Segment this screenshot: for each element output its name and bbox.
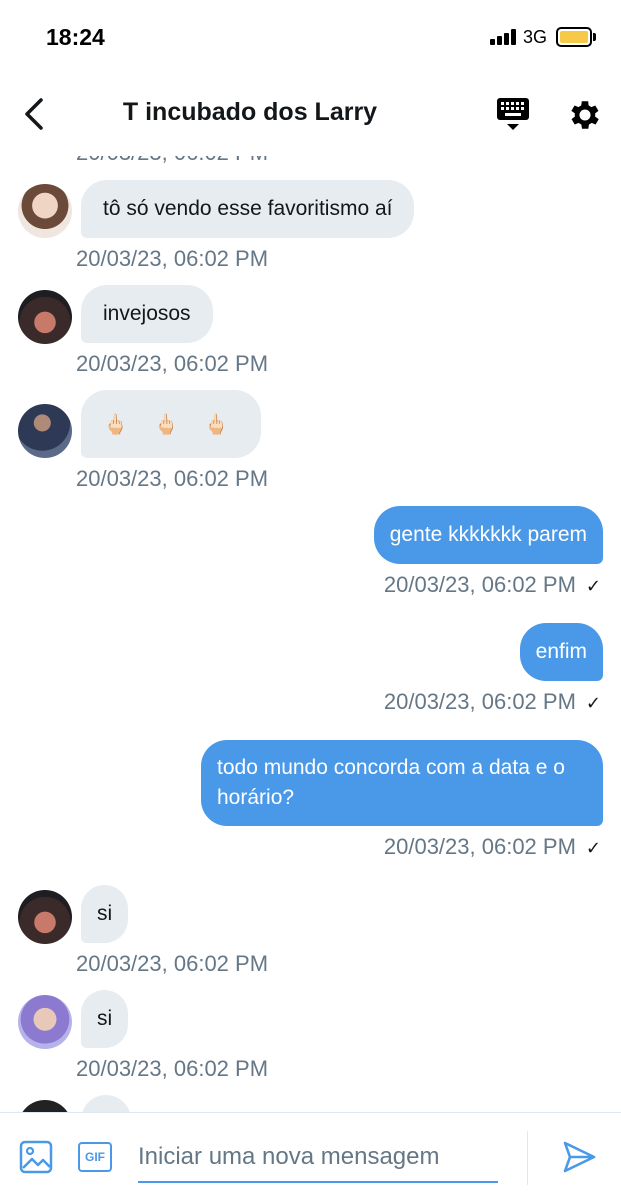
message-bubble[interactable]: tô só vendo esse favoritismo aí [81,180,415,238]
composer-divider [527,1131,528,1185]
status-bar: 18:24 3G [0,0,621,76]
message-timestamp: 20/03/23, 06:02 PM [76,951,269,976]
message-bubble[interactable] [81,1095,131,1112]
message-timestamp: 20/03/23, 06:02 PM [76,351,269,376]
battery-icon [556,27,592,47]
avatar[interactable] [18,184,72,238]
timestamp-text: 20/03/23, 06:02 PM [383,689,576,714]
message-timestamp: 20/03/23, 06:02 PM ✓ [384,689,601,715]
sent-check-icon: ✓ [585,838,601,858]
gif-button[interactable]: GIF [78,1142,112,1172]
conversation-title[interactable]: T incubado dos Larry [0,98,500,127]
message-input[interactable] [138,1133,498,1183]
message-bubble[interactable]: todo mundo concorda com a data e o horár… [201,740,603,826]
message-bubble[interactable]: enfim [519,623,603,681]
sent-check-icon: ✓ [585,576,601,596]
avatar[interactable] [18,1100,72,1112]
send-button[interactable] [561,1139,597,1175]
media-button[interactable] [19,1140,53,1174]
status-time: 18:24 [46,24,105,50]
message-timestamp: 20/03/23, 06:02 PM ✓ [384,572,601,598]
sent-check-icon: ✓ [585,693,601,713]
avatar[interactable] [18,890,72,944]
network-label: 3G [523,27,548,47]
image-icon [19,1140,53,1174]
keyboard-button[interactable] [494,96,532,134]
emoji-text: 🖕🏻 🖕🏻 🖕🏻 [103,413,239,436]
keyboard-icon [497,98,529,130]
message-bubble[interactable]: si [81,885,129,943]
send-icon [563,1141,596,1173]
message-list[interactable]: 20/03/23, 06:02 PM tô só vendo esse favo… [0,140,621,1112]
avatar[interactable] [18,404,72,458]
settings-button[interactable] [566,96,604,134]
message-bubble[interactable]: 🖕🏻 🖕🏻 🖕🏻 [81,390,261,458]
message-timestamp: 20/03/23, 06:02 PM [76,1056,269,1081]
message-bubble[interactable]: invejosos [81,285,213,343]
battery-tip [593,33,596,41]
message-timestamp: 20/03/23, 06:02 PM ✓ [384,834,601,860]
timestamp-text: 20/03/23, 06:02 PM [383,834,576,859]
message-bubble[interactable]: si [81,990,129,1048]
signal-icon [490,29,518,45]
avatar[interactable] [18,290,72,344]
message-bubble[interactable]: gente kkkkkkk parem [373,506,603,564]
timestamp-text: 20/03/23, 06:02 PM [383,572,576,597]
gear-icon [571,101,599,129]
avatar[interactable] [18,995,72,1049]
message-timestamp: 20/03/23, 06:02 PM [76,246,269,271]
message-composer: GIF [0,1112,621,1200]
conversation-header: T incubado dos Larry [0,76,621,156]
message-timestamp: 20/03/23, 06:02 PM [76,466,269,491]
